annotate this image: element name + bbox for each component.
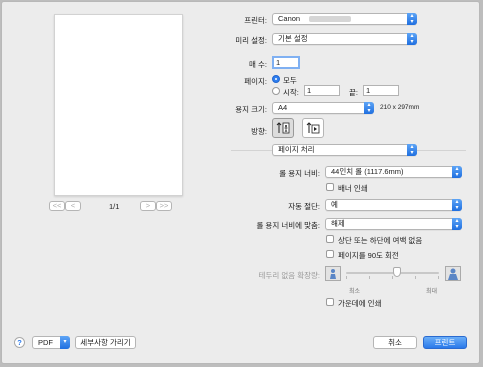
copies-label: 매 수: <box>249 60 267 69</box>
orientation-label: 방향: <box>251 127 267 136</box>
landscape-icon <box>306 122 320 134</box>
printer-label: 프린터: <box>244 16 267 25</box>
presets-label: 미리 설정: <box>235 36 267 45</box>
chevron-updown-icon: ▴ ▾ <box>452 166 462 178</box>
fit-roll-label: 롤 용지 너비에 맞춤: <box>256 221 320 230</box>
chevron-updown-icon: ▴ ▾ <box>407 144 417 156</box>
slider-thumb[interactable] <box>393 267 401 277</box>
slider-min-label: 최소 <box>349 289 361 295</box>
pages-all-radio[interactable] <box>272 75 280 83</box>
print-button[interactable]: 프린트 <box>423 336 467 349</box>
copies-field[interactable]: 1 <box>272 56 300 69</box>
next-page-button[interactable]: > <box>140 201 156 211</box>
section-select[interactable]: 페이지 처리 ▴ ▾ <box>272 144 417 156</box>
slider-ticks <box>346 276 439 279</box>
pages-from-label: 시작: <box>283 88 299 97</box>
landscape-orientation-button[interactable] <box>302 118 324 138</box>
slider-max-label: 최대 <box>426 289 438 295</box>
rotate-90-checkbox[interactable] <box>326 250 334 258</box>
chevron-updown-icon: ▴ ▾ <box>364 102 374 114</box>
pages-to-label: 끝: <box>349 88 358 97</box>
chevron-updown-icon: ▴ ▾ <box>452 218 462 230</box>
pdf-menu-button[interactable]: PDF ▾ <box>32 336 70 349</box>
preview-nav: << < 1/1 > >> <box>49 201 189 213</box>
auto-cut-select[interactable]: 예 ▴ ▾ <box>325 199 462 211</box>
chevron-updown-icon: ▴ ▾ <box>452 199 462 211</box>
auto-cut-value: 예 <box>331 200 338 209</box>
pages-from-field[interactable]: 1 <box>304 85 340 96</box>
chevron-down-icon: ▾ <box>60 336 70 349</box>
presets-select[interactable]: 기본 설정 ▴ ▾ <box>272 33 417 45</box>
roll-width-select[interactable]: 44인치 롤 (1117.6mm) ▴ ▾ <box>325 166 462 178</box>
pages-all-label: 모두 <box>283 76 297 85</box>
no-margin-label: 상단 또는 하단에 여백 없음 <box>338 236 423 245</box>
fit-roll-value: 해제 <box>331 219 345 228</box>
auto-cut-label: 자동 절단: <box>288 202 320 211</box>
presets-value: 기본 설정 <box>278 34 308 43</box>
page-indicator: 1/1 <box>109 202 120 211</box>
banner-print-label: 배너 인쇄 <box>338 184 368 193</box>
pdf-label: PDF <box>38 338 53 347</box>
section-value: 페이지 처리 <box>278 145 315 154</box>
no-margin-checkbox[interactable] <box>326 235 334 243</box>
help-button[interactable]: ? <box>14 337 25 348</box>
print-dialog: << < 1/1 > >> 프린터: Canon ▴ ▾ 미리 설정: 기본 설정… <box>1 1 480 364</box>
chevron-updown-icon: ▴ ▾ <box>407 13 417 25</box>
hide-details-button[interactable]: 세부사항 가리기 <box>75 336 136 349</box>
rotate-90-label: 페이지를 90도 회전 <box>338 251 399 260</box>
paper-size-label: 용지 크기: <box>235 105 267 114</box>
min-extension-icon <box>325 266 341 281</box>
portrait-orientation-button[interactable] <box>272 118 294 138</box>
center-print-label: 가운데에 인쇄 <box>338 299 382 308</box>
page-preview <box>54 14 183 196</box>
borderless-label: 테두리 없음 확장량: <box>258 271 320 280</box>
printer-value: Canon <box>278 14 301 23</box>
first-page-button[interactable]: << <box>49 201 65 211</box>
printer-select[interactable]: Canon ▴ ▾ <box>272 13 417 25</box>
last-page-button[interactable]: >> <box>156 201 172 211</box>
max-extension-icon <box>445 266 461 281</box>
paper-dimensions: 210 x 297mm <box>380 104 420 111</box>
roll-width-label: 롤 용지 너비: <box>279 169 320 178</box>
printer-name-redacted <box>309 16 351 22</box>
pages-to-field[interactable]: 1 <box>363 85 399 96</box>
cancel-button[interactable]: 취소 <box>373 336 417 349</box>
roll-width-value: 44인치 롤 (1117.6mm) <box>331 167 404 176</box>
fit-roll-select[interactable]: 해제 ▴ ▾ <box>325 218 462 230</box>
borderless-slider[interactable] <box>346 266 439 282</box>
portrait-icon <box>276 122 290 134</box>
prev-page-button[interactable]: < <box>65 201 81 211</box>
chevron-updown-icon: ▴ ▾ <box>407 33 417 45</box>
pages-label: 페이지: <box>244 77 267 86</box>
paper-size-value: A4 <box>278 103 288 112</box>
banner-print-checkbox[interactable] <box>326 183 334 191</box>
pages-range-radio[interactable] <box>272 87 280 95</box>
center-print-checkbox[interactable] <box>326 298 334 306</box>
paper-size-select[interactable]: A4 ▴ ▾ <box>272 102 374 114</box>
